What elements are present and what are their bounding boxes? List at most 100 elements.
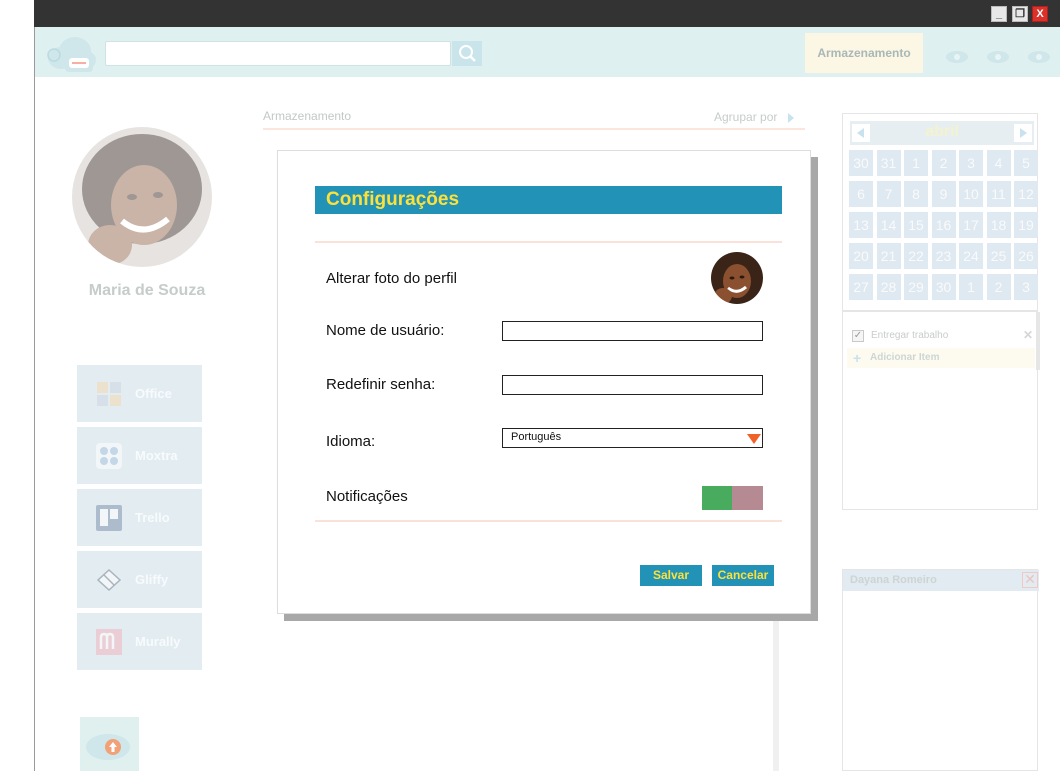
tab-storage[interactable]: Armazenamento — [805, 33, 923, 73]
calendar-day[interactable]: 27 — [849, 274, 873, 300]
calendar-day[interactable]: 31 — [876, 150, 901, 176]
calendar-day[interactable]: 13 — [849, 212, 873, 238]
calendar-day[interactable]: 1 — [959, 274, 983, 300]
maximize-button[interactable]: ❐ — [1012, 6, 1028, 22]
app-tile-trello[interactable]: Trello — [77, 489, 202, 546]
app-tile-office[interactable]: Office — [77, 365, 202, 422]
calendar-day[interactable]: 19 — [1014, 212, 1038, 238]
chevron-right-icon[interactable] — [788, 113, 794, 123]
group-by-button[interactable]: Agrupar por — [714, 110, 777, 124]
moxtra-icon — [96, 442, 122, 469]
calendar-day[interactable]: 29 — [904, 274, 928, 300]
password-label: Redefinir senha: — [326, 376, 436, 393]
calendar-next-button[interactable] — [1014, 124, 1032, 142]
cloud-logo-icon — [47, 37, 96, 72]
app-tile-label: Gliffy — [135, 572, 169, 587]
upload-button[interactable] — [80, 717, 139, 771]
section-divider — [263, 128, 805, 130]
plus-icon: + — [853, 350, 862, 366]
chat-close-icon[interactable]: ✕ — [1022, 572, 1038, 588]
username-field[interactable] — [502, 321, 763, 341]
calendar-widget: abril 30 31 1 2 3 4 5 6 7 8 9 10 11 12 13 14 15 16 17 18 19 2… — [842, 113, 1038, 311]
calendar-day[interactable]: 11 — [986, 181, 1011, 207]
calendar-day[interactable]: 23 — [931, 243, 956, 269]
calendar-day[interactable]: 4 — [986, 150, 1011, 176]
calendar-day[interactable]: 26 — [1014, 243, 1038, 269]
calendar-prev-button[interactable] — [852, 124, 870, 142]
gliffy-icon — [96, 568, 122, 591]
dropdown-arrow-icon[interactable] — [747, 434, 761, 444]
calendar-day[interactable]: 30 — [849, 150, 873, 176]
calendar-day[interactable]: 15 — [904, 212, 928, 238]
calendar-day[interactable]: 20 — [849, 243, 873, 269]
main-scrollbar[interactable] — [773, 620, 779, 771]
calendar-day[interactable]: 28 — [876, 274, 901, 300]
app-tile-gliffy[interactable]: Gliffy — [77, 551, 202, 608]
change-photo-avatar[interactable] — [711, 252, 763, 304]
search-button[interactable] — [452, 41, 482, 66]
dialog-divider-top — [315, 241, 782, 243]
chat-contact-name: Dayana Romeiro — [850, 574, 937, 586]
save-button[interactable]: Salvar — [640, 565, 702, 586]
profile-avatar[interactable] — [72, 127, 212, 267]
calendar-day[interactable]: 14 — [876, 212, 901, 238]
calendar-day[interactable]: 9 — [931, 181, 956, 207]
profile-name: Maria de Souza — [88, 282, 206, 299]
calendar-day[interactable]: 1 — [904, 150, 928, 176]
cloud-upload-icon — [86, 734, 130, 760]
change-photo-label: Alterar foto do perfil — [326, 270, 457, 287]
calendar-day[interactable]: 21 — [876, 243, 901, 269]
profile-photo-icon — [711, 252, 763, 304]
close-window-button[interactable]: X — [1032, 6, 1048, 22]
calendar-day[interactable]: 25 — [986, 243, 1011, 269]
calendar-day[interactable]: 8 — [904, 181, 928, 207]
cancel-button[interactable]: Cancelar — [712, 565, 774, 586]
calendar-day[interactable]: 2 — [986, 274, 1011, 300]
toggle-off-segment[interactable] — [732, 486, 763, 510]
chevron-right-icon — [1020, 128, 1027, 138]
calendar-day[interactable]: 7 — [876, 181, 901, 207]
calendar-day[interactable]: 3 — [1014, 274, 1038, 300]
app-tile-label: Murally — [135, 634, 181, 649]
cloud-icon[interactable] — [945, 49, 969, 63]
calendar-day[interactable]: 10 — [959, 181, 983, 207]
calendar-day[interactable]: 3 — [959, 150, 983, 176]
language-select[interactable]: Português — [502, 428, 763, 448]
calendar-day[interactable]: 2 — [931, 150, 956, 176]
app-header: Armazenamento — [35, 27, 1060, 77]
chat-header: Dayana Romeiro ✕ — [843, 570, 1039, 591]
notifications-label: Notificações — [326, 488, 408, 505]
trello-icon — [96, 504, 122, 531]
settings-icon[interactable] — [1027, 49, 1051, 63]
add-task-label: Adicionar Item — [870, 352, 940, 363]
calendar-day[interactable]: 5 — [1014, 150, 1038, 176]
window-border — [34, 27, 35, 771]
calendar-day[interactable]: 24 — [959, 243, 983, 269]
task-scrollbar[interactable] — [1036, 312, 1040, 370]
calendar-month: abril — [925, 123, 959, 140]
dialog-title: Configurações — [315, 186, 782, 214]
calendar-day[interactable]: 12 — [1014, 181, 1038, 207]
minimize-button[interactable]: _ — [991, 6, 1007, 22]
calendar-day[interactable]: 18 — [986, 212, 1011, 238]
notifications-toggle[interactable] — [702, 486, 763, 510]
chat-panel: Dayana Romeiro ✕ — [842, 569, 1039, 771]
search-input[interactable] — [105, 41, 451, 66]
calendar-day[interactable]: 6 — [849, 181, 873, 207]
toggle-on-segment[interactable] — [702, 486, 732, 510]
language-label: Idioma: — [326, 433, 376, 450]
task-checkbox[interactable]: ✓ — [852, 330, 864, 342]
app-tile-label: Office — [135, 386, 172, 401]
calendar-day[interactable]: 17 — [959, 212, 983, 238]
calendar-day[interactable]: 16 — [931, 212, 956, 238]
add-task-button[interactable]: + Adicionar Item — [847, 348, 1035, 368]
calendar-day[interactable]: 22 — [904, 243, 928, 269]
app-logo[interactable] — [43, 34, 97, 72]
calendar-day[interactable]: 30 — [931, 274, 956, 300]
app-tile-moxtra[interactable]: Moxtra — [77, 427, 202, 484]
language-selected-value: Português — [511, 431, 562, 443]
info-icon[interactable] — [986, 49, 1010, 63]
app-tile-murally[interactable]: Murally — [77, 613, 202, 670]
password-field[interactable] — [502, 375, 763, 395]
task-delete-icon[interactable]: ✕ — [1023, 328, 1033, 342]
